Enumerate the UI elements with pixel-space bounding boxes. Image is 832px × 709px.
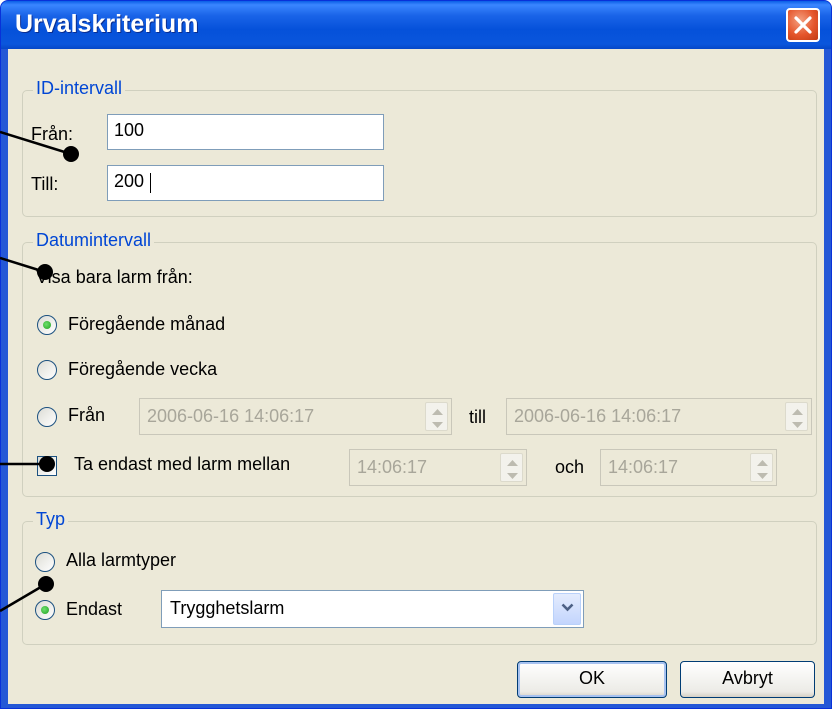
between-times-label[interactable]: Ta endast med larm mellan [74, 454, 290, 475]
previous-month-label[interactable]: Föregående månad [68, 314, 225, 335]
spin-down-icon [507, 473, 518, 479]
radio-only-type[interactable] [35, 600, 55, 620]
from-id-input[interactable]: 100 [107, 114, 384, 150]
from-date-label[interactable]: Från [68, 405, 105, 426]
between-times-checkbox[interactable] [37, 456, 57, 476]
previous-week-label[interactable]: Föregående vecka [68, 359, 217, 380]
only-type-label[interactable]: Endast [66, 599, 122, 620]
close-icon [794, 16, 812, 34]
alarm-type-selected: Trygghetslarm [170, 598, 285, 618]
from-datetime-spinner[interactable] [425, 402, 448, 431]
radio-selected-dot [41, 606, 49, 614]
dialog-window: Urvalskriterium ID-intervall Från: 100 T… [0, 0, 832, 709]
to-id-value: 200 [114, 171, 145, 191]
spin-down-icon [757, 473, 768, 479]
radio-previous-week[interactable] [37, 360, 57, 380]
between-to-time-value: 14:06:17 [608, 457, 679, 477]
window-title: Urvalskriterium [15, 10, 199, 38]
from-datetime-value: 2006-06-16 14:06:17 [147, 406, 315, 426]
to-id-input[interactable]: 200 [107, 165, 384, 201]
between-from-time-spinner[interactable] [500, 453, 523, 482]
from-id-label: Från: [31, 124, 74, 144]
chevron-down-icon [561, 603, 574, 612]
between-to-time-picker[interactable]: 14:06:17 [600, 449, 777, 486]
alarm-type-dropdown-button[interactable] [553, 593, 581, 625]
spin-up-icon [757, 460, 768, 466]
to-datetime-picker[interactable]: 2006-06-16 14:06:17 [506, 398, 812, 435]
date-interval-legend: Datumintervall [33, 230, 155, 251]
from-datetime-picker[interactable]: 2006-06-16 14:06:17 [139, 398, 452, 435]
cancel-button[interactable]: Avbryt [680, 661, 815, 698]
spin-up-icon [507, 460, 518, 466]
date-caption: Visa bara larm från: [36, 267, 193, 287]
between-to-time-spinner[interactable] [750, 453, 773, 482]
radio-all-alarm-types[interactable] [35, 552, 55, 572]
between-from-time-value: 14:06:17 [357, 457, 428, 477]
text-caret [150, 173, 151, 193]
radio-selected-dot [43, 321, 51, 329]
till-label: till [469, 407, 486, 427]
spin-down-icon [792, 422, 803, 428]
close-button[interactable] [786, 8, 820, 42]
radio-previous-month[interactable] [37, 315, 57, 335]
type-legend: Typ [33, 509, 69, 530]
to-datetime-spinner[interactable] [785, 402, 808, 431]
to-id-label: Till: [31, 174, 59, 194]
to-datetime-value: 2006-06-16 14:06:17 [514, 406, 682, 426]
spin-down-icon [432, 422, 443, 428]
radio-from-date[interactable] [37, 407, 57, 427]
from-id-value: 100 [114, 120, 145, 140]
id-interval-legend: ID-intervall [33, 78, 126, 99]
spin-up-icon [792, 409, 803, 415]
between-from-time-picker[interactable]: 14:06:17 [349, 449, 527, 486]
dialog-body: ID-intervall Från: 100 Till: 200 Datumin… [8, 49, 824, 704]
title-bar[interactable]: Urvalskriterium [1, 1, 831, 49]
and-label: och [555, 457, 585, 477]
all-alarm-types-label[interactable]: Alla larmtyper [66, 550, 176, 571]
alarm-type-select[interactable]: Trygghetslarm [161, 590, 584, 628]
spin-up-icon [432, 409, 443, 415]
ok-button[interactable]: OK [517, 661, 667, 698]
